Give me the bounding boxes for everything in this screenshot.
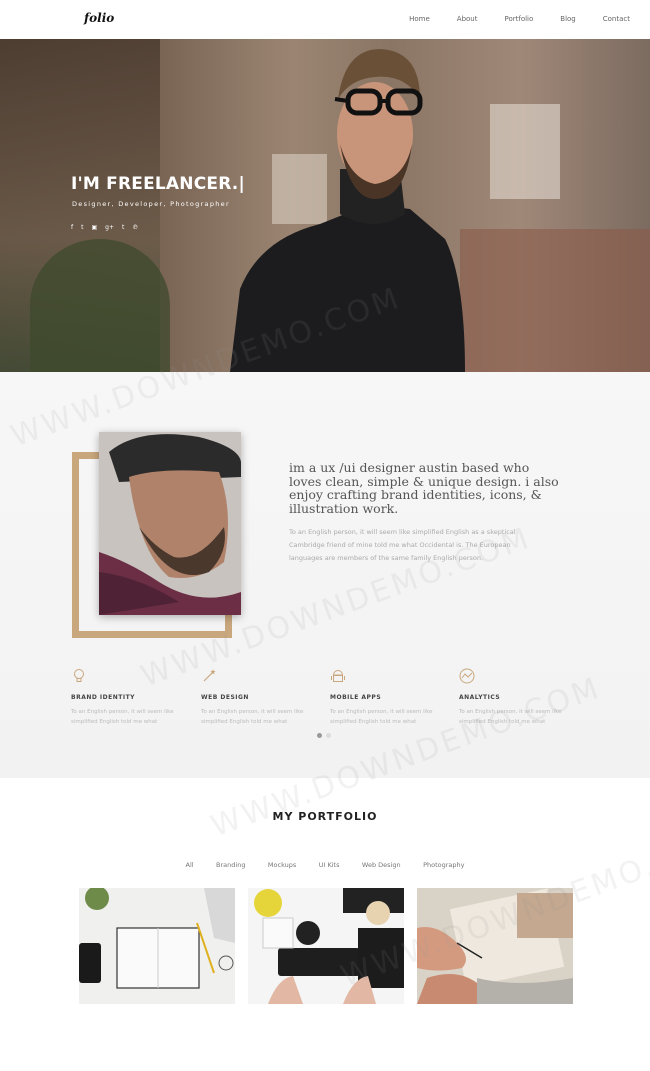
service-item-analytics: ANALYTICS To an English person, it will …	[459, 668, 579, 727]
hero-subtitle: Designer, Developer, Photographer	[72, 200, 230, 208]
portfolio-item-sketching[interactable]	[417, 888, 573, 1004]
portfolio-title: MY PORTFOLIO	[272, 810, 378, 823]
about-heading: im a ux /ui designer austin based who lo…	[289, 460, 559, 516]
portfolio-image-notebook	[79, 888, 235, 1004]
carousel-dots	[317, 733, 335, 738]
service-description: To an English person, it will seem like …	[459, 709, 562, 725]
hero-background-wall	[460, 229, 650, 372]
nav-link-portfolio[interactable]: Portfolio	[504, 15, 533, 23]
portfolio-image-desk-keyboard	[248, 888, 404, 1004]
top-navbar: folio Home About Portfolio Blog Contact	[0, 0, 650, 39]
service-item-brand-identity: BRAND IDENTITY To an English person, it …	[71, 668, 191, 727]
service-title: ANALYTICS	[459, 694, 501, 701]
lightbulb-icon	[74, 669, 84, 682]
service-item-mobile-apps: MOBILE APPS To an English person, it wil…	[330, 668, 450, 727]
carousel-dot-active[interactable]	[317, 733, 322, 738]
analytics-icon	[459, 668, 475, 684]
service-description: To an English person, it will seem like …	[201, 709, 304, 725]
hero-background-window	[490, 104, 560, 199]
pinterest-icon[interactable]: ℗	[132, 224, 138, 231]
nav-link-blog[interactable]: Blog	[560, 15, 575, 23]
about-description: To an English person, it will seem like …	[289, 528, 516, 562]
nav-links: Home About Portfolio Blog Contact	[382, 15, 630, 23]
filter-photography[interactable]: Photography	[423, 861, 464, 869]
youtube-icon[interactable]: ▣	[91, 224, 97, 231]
about-section: im a ux /ui designer austin based who lo…	[0, 372, 650, 778]
carousel-dot[interactable]	[326, 733, 331, 738]
hero-portrait-image	[230, 49, 465, 372]
magic-wand-icon	[203, 669, 216, 682]
portfolio-item-notebook[interactable]	[79, 888, 235, 1004]
service-description: To an English person, it will seem like …	[330, 709, 433, 725]
portfolio-filters: All Branding Mockups UI Kits Web Design …	[0, 854, 650, 872]
about-portrait-image	[99, 432, 241, 615]
facebook-icon[interactable]: f	[71, 224, 73, 231]
portfolio-item-desk-keyboard[interactable]	[248, 888, 404, 1004]
tumblr-icon[interactable]: t	[122, 224, 124, 231]
about-portrait-illustration	[99, 432, 241, 615]
filter-web-design[interactable]: Web Design	[362, 861, 401, 869]
nav-link-contact[interactable]: Contact	[603, 15, 630, 23]
filter-branding[interactable]: Branding	[216, 861, 245, 869]
service-title: MOBILE APPS	[330, 694, 382, 701]
service-description: To an English person, it will seem like …	[71, 709, 174, 725]
filter-all[interactable]: All	[186, 861, 194, 869]
hero-section: I'M FREELANCER.| Designer, Developer, Ph…	[0, 39, 650, 372]
googleplus-icon[interactable]: g+	[105, 224, 114, 231]
nav-link-about[interactable]: About	[457, 15, 478, 23]
service-title: BRAND IDENTITY	[71, 694, 136, 701]
service-item-web-design: WEB DESIGN To an English person, it will…	[201, 668, 321, 727]
service-title: WEB DESIGN	[201, 694, 249, 701]
services-list: BRAND IDENTITY To an English person, it …	[71, 668, 591, 738]
twitter-icon[interactable]: t	[81, 224, 83, 231]
hero-title: I'M FREELANCER.|	[71, 174, 245, 194]
filter-mockups[interactable]: Mockups	[268, 861, 296, 869]
portfolio-image-sketching	[417, 888, 573, 1004]
android-icon	[331, 670, 345, 682]
logo[interactable]: folio	[84, 11, 114, 25]
nav-link-home[interactable]: Home	[409, 15, 430, 23]
hero-social-links: f t ▣ g+ t ℗	[71, 224, 146, 231]
filter-ui-kits[interactable]: UI Kits	[319, 861, 340, 869]
hero-background-tree	[30, 239, 170, 372]
portfolio-section: MY PORTFOLIO All Branding Mockups UI Kit…	[0, 778, 650, 1071]
